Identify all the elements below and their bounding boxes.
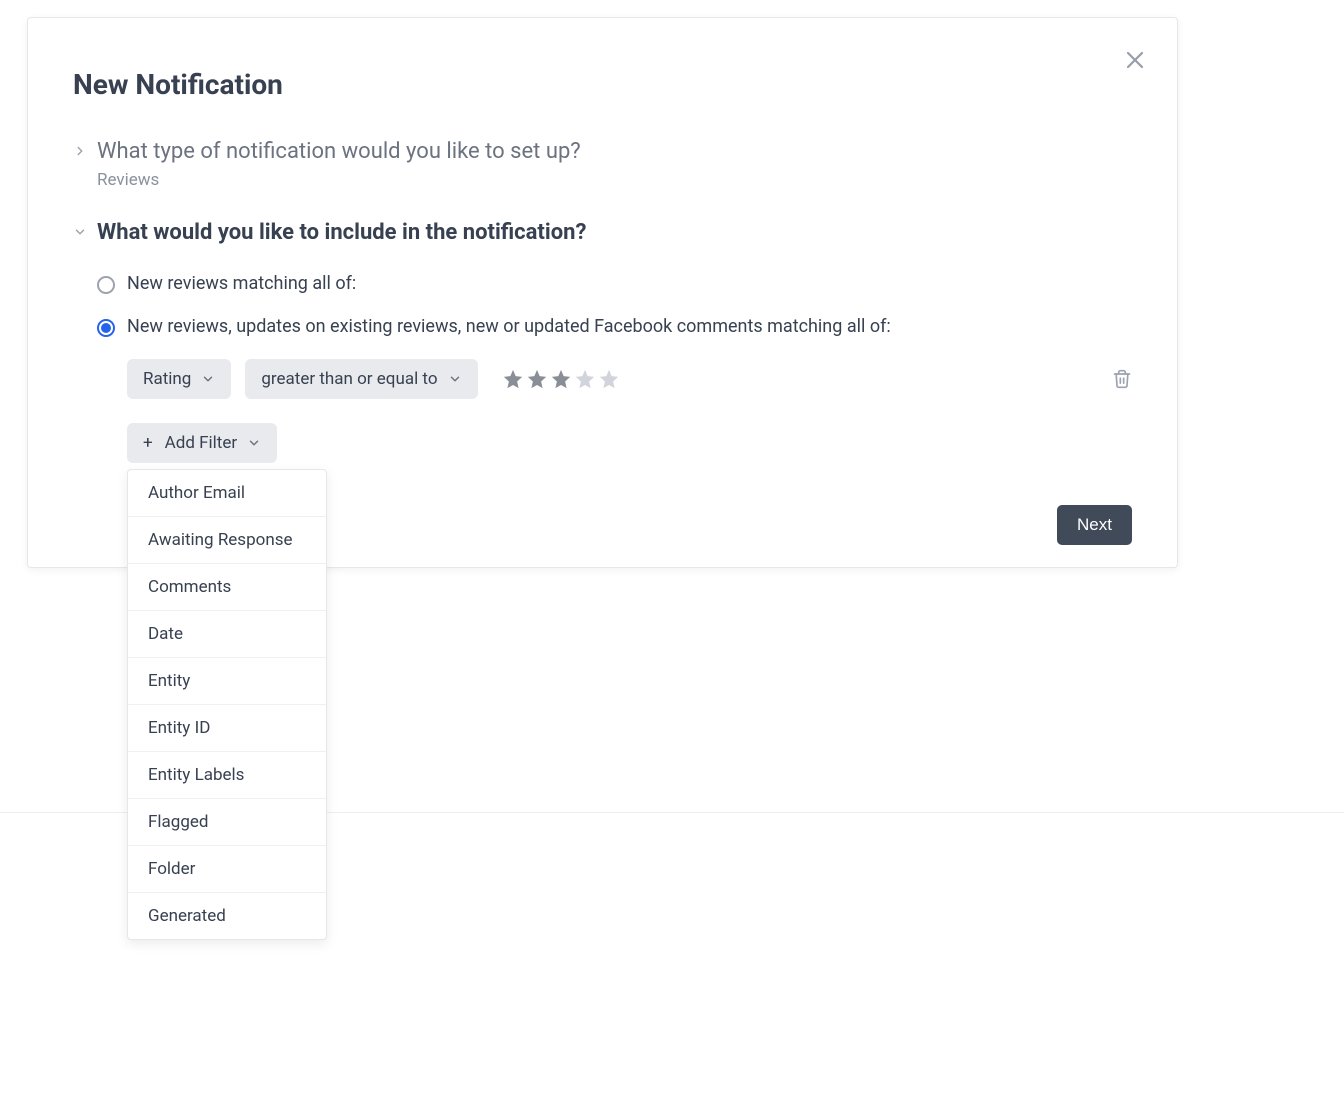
star-icon[interactable] xyxy=(550,368,572,390)
add-filter-dropdown: Author Email Awaiting Response Comments … xyxy=(127,469,327,940)
plus-icon: + xyxy=(143,433,153,453)
step-type-value: Reviews xyxy=(97,170,1132,190)
trash-icon xyxy=(1112,369,1132,389)
step-type-title: What type of notification would you like… xyxy=(97,139,581,164)
star-icon[interactable] xyxy=(574,368,596,390)
filter-option[interactable]: Generated xyxy=(128,893,326,939)
star-icon[interactable] xyxy=(598,368,620,390)
filter-option[interactable]: Author Email xyxy=(128,470,326,517)
add-filter-button[interactable]: + Add Filter xyxy=(127,423,277,463)
filter-row: Rating greater than or equal to xyxy=(127,359,1132,399)
chevron-down-icon xyxy=(73,225,87,239)
radio-option-new-reviews[interactable]: New reviews matching all of: xyxy=(97,273,1132,294)
chevron-down-icon xyxy=(448,372,462,386)
star-rating-input[interactable] xyxy=(502,368,620,390)
filter-option[interactable]: Entity ID xyxy=(128,705,326,752)
chevron-down-icon xyxy=(201,372,215,386)
add-filter-row: + Add Filter Author Email Awaiting Respo… xyxy=(127,423,1132,463)
delete-filter-button[interactable] xyxy=(1112,369,1132,389)
add-filter-label: Add Filter xyxy=(165,433,237,453)
step-include-title: What would you like to include in the no… xyxy=(97,220,586,245)
radio-label: New reviews, updates on existing reviews… xyxy=(127,316,891,337)
filter-option[interactable]: Entity xyxy=(128,658,326,705)
filter-field-select[interactable]: Rating xyxy=(127,359,231,399)
radio-input[interactable] xyxy=(97,319,115,337)
star-icon[interactable] xyxy=(502,368,524,390)
chevron-down-icon xyxy=(247,436,261,450)
filter-option[interactable]: Date xyxy=(128,611,326,658)
step-include-header[interactable]: What would you like to include in the no… xyxy=(73,220,1132,245)
step-type-section[interactable]: What type of notification would you like… xyxy=(73,139,1132,190)
filter-operator-label: greater than or equal to xyxy=(261,369,437,389)
close-icon xyxy=(1123,48,1147,72)
filter-operator-select[interactable]: greater than or equal to xyxy=(245,359,477,399)
filter-option[interactable]: Awaiting Response xyxy=(128,517,326,564)
modal-title: New Notification xyxy=(73,68,1132,101)
radio-option-updates[interactable]: New reviews, updates on existing reviews… xyxy=(97,316,1132,337)
close-button[interactable] xyxy=(1123,48,1147,72)
filter-field-label: Rating xyxy=(143,369,191,389)
radio-label: New reviews matching all of: xyxy=(127,273,356,294)
star-icon[interactable] xyxy=(526,368,548,390)
next-button[interactable]: Next xyxy=(1057,505,1132,545)
filter-option[interactable]: Folder xyxy=(128,846,326,893)
include-radio-group: New reviews matching all of: New reviews… xyxy=(97,273,1132,337)
filter-option[interactable]: Flagged xyxy=(128,799,326,846)
radio-input[interactable] xyxy=(97,276,115,294)
filter-option[interactable]: Comments xyxy=(128,564,326,611)
chevron-right-icon xyxy=(73,144,87,158)
new-notification-modal: New Notification What type of notificati… xyxy=(27,17,1178,568)
filter-option[interactable]: Entity Labels xyxy=(128,752,326,799)
step-include-section: What would you like to include in the no… xyxy=(73,220,1132,463)
